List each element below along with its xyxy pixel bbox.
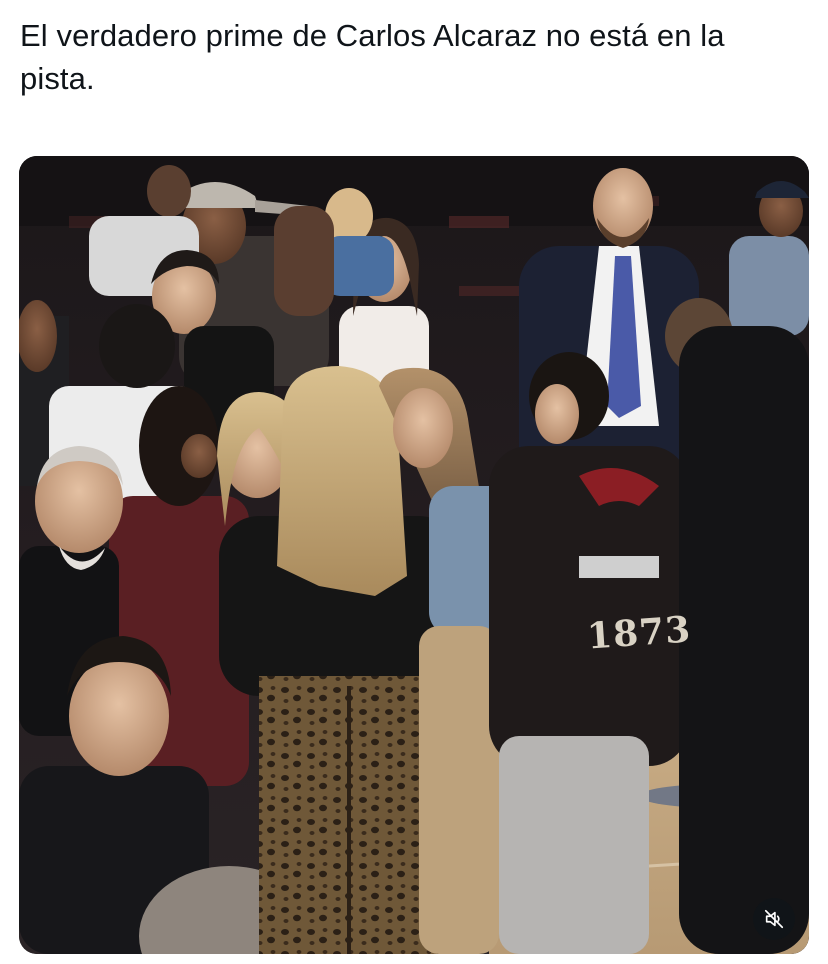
post-text: El verdadero prime de Carlos Alcaraz no … — [20, 18, 725, 96]
video-player[interactable]: 1873 — [19, 156, 809, 954]
mute-toggle-button[interactable] — [753, 898, 795, 940]
speaker-muted-icon — [764, 909, 784, 929]
jacket-number-label: 1873 — [586, 608, 693, 657]
video-frame — [19, 156, 809, 954]
jacket-number: 1873 — [585, 608, 693, 658]
